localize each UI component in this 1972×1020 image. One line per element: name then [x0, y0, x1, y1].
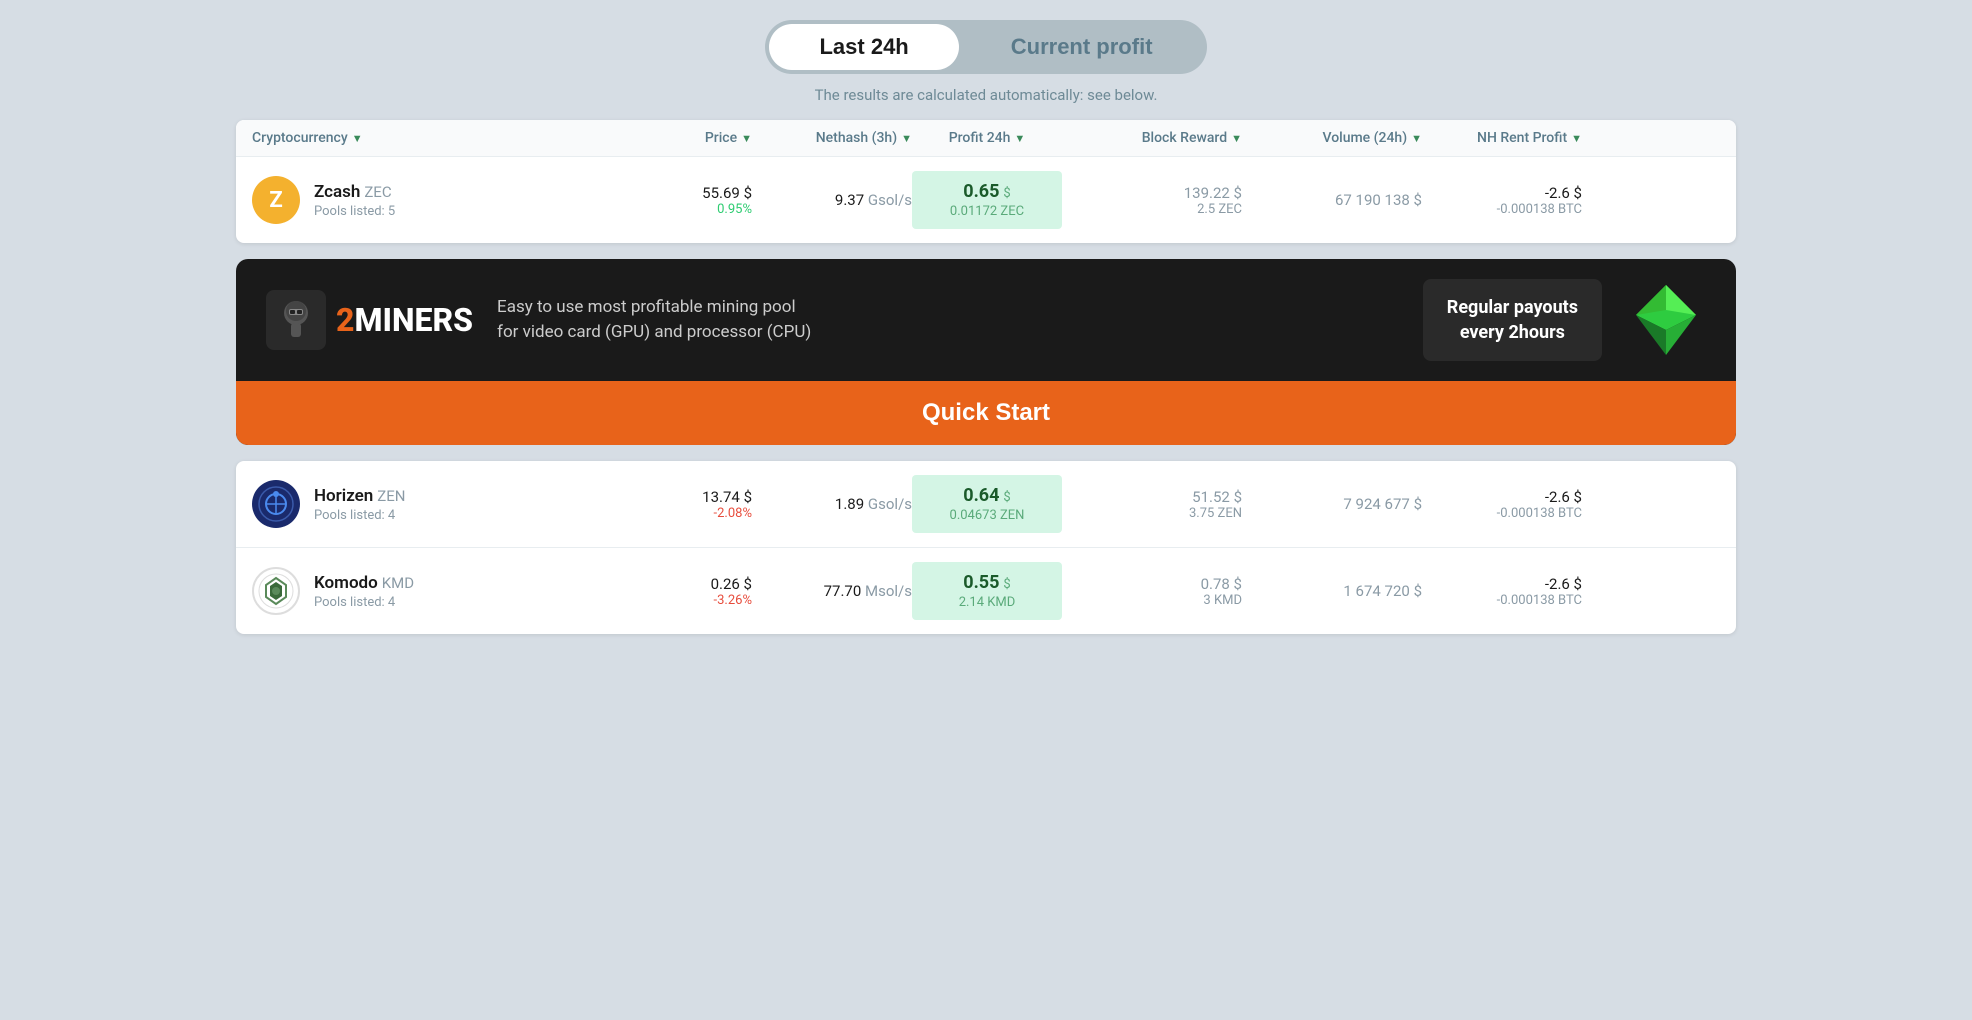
subtitle-text: The results are calculated automatically…: [236, 86, 1736, 104]
volume-sort-icon: ▼: [1411, 132, 1422, 145]
zcash-nethash: 9.37 Gsol/s: [752, 191, 912, 209]
table-header: Cryptocurrency ▼ Price ▼ Nethash (3h) ▼ …: [236, 120, 1736, 157]
komodo-nhrent: -2.6 $ -0.000138 BTC: [1422, 575, 1582, 608]
komodo-name-row: Komodo KMD: [314, 573, 414, 593]
eth-diamond-icon: [1626, 280, 1706, 360]
main-container: Last 24h Current profit The results are …: [236, 20, 1736, 634]
col-cryptocurrency[interactable]: Cryptocurrency ▼: [252, 130, 632, 146]
miners-logo-icon: [266, 290, 326, 350]
banner-description: Easy to use most profitable mining pool …: [497, 295, 1399, 346]
coin-info-zcash[interactable]: Z Zcash ZEC Pools listed: 5: [252, 176, 632, 224]
horizen-block: 51.52 $ 3.75 ZEN: [1062, 488, 1242, 521]
coin-info-komodo[interactable]: Komodo KMD Pools listed: 4: [252, 567, 632, 615]
banner-top: 2MINERS Easy to use most profitable mini…: [236, 259, 1736, 381]
banner-payout-box: Regular payouts every 2hours: [1423, 279, 1602, 361]
data-table: Cryptocurrency ▼ Price ▼ Nethash (3h) ▼ …: [236, 120, 1736, 243]
horizen-nethash: 1.89 Gsol/s: [752, 495, 912, 513]
col-volume[interactable]: Volume (24h) ▼: [1242, 130, 1422, 146]
crypto-sort-icon: ▼: [352, 132, 363, 145]
zcash-details: Zcash ZEC Pools listed: 5: [314, 182, 395, 219]
zcash-block: 139.22 $ 2.5 ZEC: [1062, 184, 1242, 217]
komodo-details: Komodo KMD Pools listed: 4: [314, 573, 414, 610]
zcash-price: 55.69 $ 0.95%: [632, 184, 752, 217]
nethash-sort-icon: ▼: [901, 132, 912, 145]
toggle-bar: Last 24h Current profit: [236, 20, 1736, 74]
zcash-icon: Z: [252, 176, 300, 224]
komodo-nethash: 77.70 Msol/s: [752, 582, 912, 600]
profit-sort-icon: ▼: [1014, 132, 1025, 145]
table-row: Komodo KMD Pools listed: 4 0.26 $ -3.26%…: [236, 548, 1736, 634]
komodo-icon: [252, 567, 300, 615]
coin-info-horizen[interactable]: Horizen ZEN Pools listed: 4: [252, 480, 632, 528]
miners-banner: 2MINERS Easy to use most profitable mini…: [236, 259, 1736, 445]
banner-logo-text: 2MINERS: [336, 301, 473, 339]
horizen-name-row: Horizen ZEN: [314, 486, 406, 506]
komodo-volume: 1 674 720 $: [1242, 582, 1422, 600]
current-profit-button[interactable]: Current profit: [961, 24, 1203, 70]
nhrent-sort-icon: ▼: [1571, 132, 1582, 145]
horizen-details: Horizen ZEN Pools listed: 4: [314, 486, 406, 523]
block-sort-icon: ▼: [1231, 132, 1242, 145]
quick-start-button[interactable]: Quick Start: [236, 381, 1736, 445]
col-price[interactable]: Price ▼: [632, 130, 752, 146]
table-row: Horizen ZEN Pools listed: 4 13.74 $ -2.0…: [236, 461, 1736, 548]
table-row: Z Zcash ZEC Pools listed: 5 55.69 $ 0.95…: [236, 157, 1736, 243]
horizen-icon: [252, 480, 300, 528]
komodo-price: 0.26 $ -3.26%: [632, 575, 752, 608]
col-block-reward[interactable]: Block Reward ▼: [1062, 130, 1242, 146]
data-table-2: Horizen ZEN Pools listed: 4 13.74 $ -2.0…: [236, 461, 1736, 634]
horizen-price: 13.74 $ -2.08%: [632, 488, 752, 521]
col-nethash[interactable]: Nethash (3h) ▼: [752, 130, 912, 146]
komodo-block: 0.78 $ 3 KMD: [1062, 575, 1242, 608]
zcash-name-row: Zcash ZEC: [314, 182, 395, 202]
zcash-nhrent: -2.6 $ -0.000138 BTC: [1422, 184, 1582, 217]
komodo-profit: 0.55 $ 2.14 KMD: [912, 562, 1062, 620]
col-nhrent[interactable]: NH Rent Profit ▼: [1422, 130, 1582, 146]
horizen-volume: 7 924 677 $: [1242, 495, 1422, 513]
price-sort-icon: ▼: [741, 132, 752, 145]
toggle-wrapper: Last 24h Current profit: [765, 20, 1206, 74]
last24h-button[interactable]: Last 24h: [769, 24, 958, 70]
horizen-profit: 0.64 $ 0.04673 ZEN: [912, 475, 1062, 533]
miner-svg-icon: [271, 295, 321, 345]
zcash-profit: 0.65 $ 0.01172 ZEC: [912, 171, 1062, 229]
zcash-volume: 67 190 138 $: [1242, 191, 1422, 209]
col-profit24h[interactable]: Profit 24h ▼: [912, 130, 1062, 146]
horizen-nhrent: -2.6 $ -0.000138 BTC: [1422, 488, 1582, 521]
banner-logo[interactable]: 2MINERS: [266, 290, 473, 350]
